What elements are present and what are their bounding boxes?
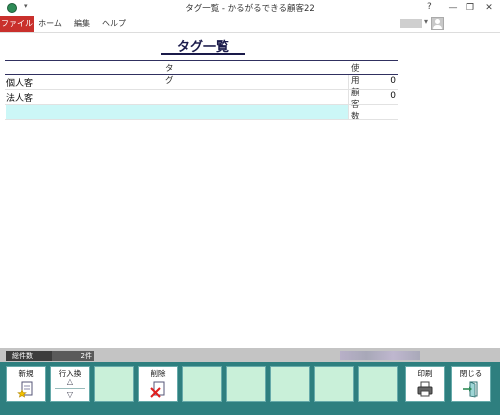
tag-cell[interactable]: 個人客 xyxy=(6,76,33,89)
empty-function-button xyxy=(94,366,134,402)
delete-icon xyxy=(139,380,177,402)
window-title: タグ一覧 - かるがるできる顧客22 xyxy=(185,4,315,14)
new-document-icon xyxy=(7,380,45,402)
table-row[interactable]: 個人客 0 xyxy=(5,75,398,89)
account-dropdown-icon[interactable]: ▾ xyxy=(424,17,428,26)
row-divider xyxy=(5,119,398,120)
exit-door-icon xyxy=(452,380,490,402)
tab-help[interactable]: ヘルプ xyxy=(101,16,127,32)
tag-cell[interactable]: 法人客 xyxy=(6,91,33,104)
row-swap-button[interactable]: 行入換 △ ▽ xyxy=(50,366,90,402)
empty-function-button xyxy=(314,366,354,402)
column-divider xyxy=(348,75,349,119)
printer-icon xyxy=(406,380,444,402)
close-button[interactable]: 閉じる xyxy=(451,366,491,402)
close-window-button[interactable]: ✕ xyxy=(482,0,496,16)
total-count-label: 総件数 xyxy=(6,351,52,361)
new-button-label: 新規 xyxy=(18,369,34,378)
move-up-icon[interactable]: △ xyxy=(51,378,89,386)
tab-edit[interactable]: 編集 xyxy=(71,16,93,32)
count-cell: 0 xyxy=(390,91,396,101)
delete-button-label: 削除 xyxy=(150,369,166,378)
empty-function-button xyxy=(270,366,310,402)
ribbon-divider xyxy=(0,32,500,33)
minimize-button[interactable]: — xyxy=(446,0,460,16)
restore-button[interactable]: ❐ xyxy=(463,0,477,16)
title-bar: ▾ タグ一覧 - かるがるできる顧客22 ? — ❐ ✕ xyxy=(0,0,500,16)
tab-file[interactable]: ファイル xyxy=(0,16,34,32)
user-account-name[interactable] xyxy=(400,19,422,28)
table-header-top-border xyxy=(5,60,398,61)
total-count-value: 2件 xyxy=(52,351,94,361)
table-row[interactable]: 法人客 0 xyxy=(5,90,398,104)
status-info-redacted xyxy=(340,351,420,360)
empty-function-button xyxy=(182,366,222,402)
new-tag-input-row[interactable] xyxy=(6,105,348,119)
count-cell: 0 xyxy=(390,76,396,86)
empty-function-button xyxy=(226,366,266,402)
new-button[interactable]: 新規 xyxy=(6,366,46,402)
tab-home[interactable]: ホーム xyxy=(36,16,64,32)
print-button[interactable]: 印刷 xyxy=(405,366,445,402)
page-title-underline xyxy=(161,53,245,55)
row-swap-divider xyxy=(55,388,85,389)
print-button-label: 印刷 xyxy=(417,369,433,378)
help-icon[interactable]: ? xyxy=(427,2,432,12)
empty-function-button xyxy=(358,366,398,402)
avatar[interactable] xyxy=(431,17,444,30)
delete-button[interactable]: 削除 xyxy=(138,366,178,402)
close-button-label: 閉じる xyxy=(459,369,483,378)
move-down-icon[interactable]: ▽ xyxy=(51,391,89,399)
